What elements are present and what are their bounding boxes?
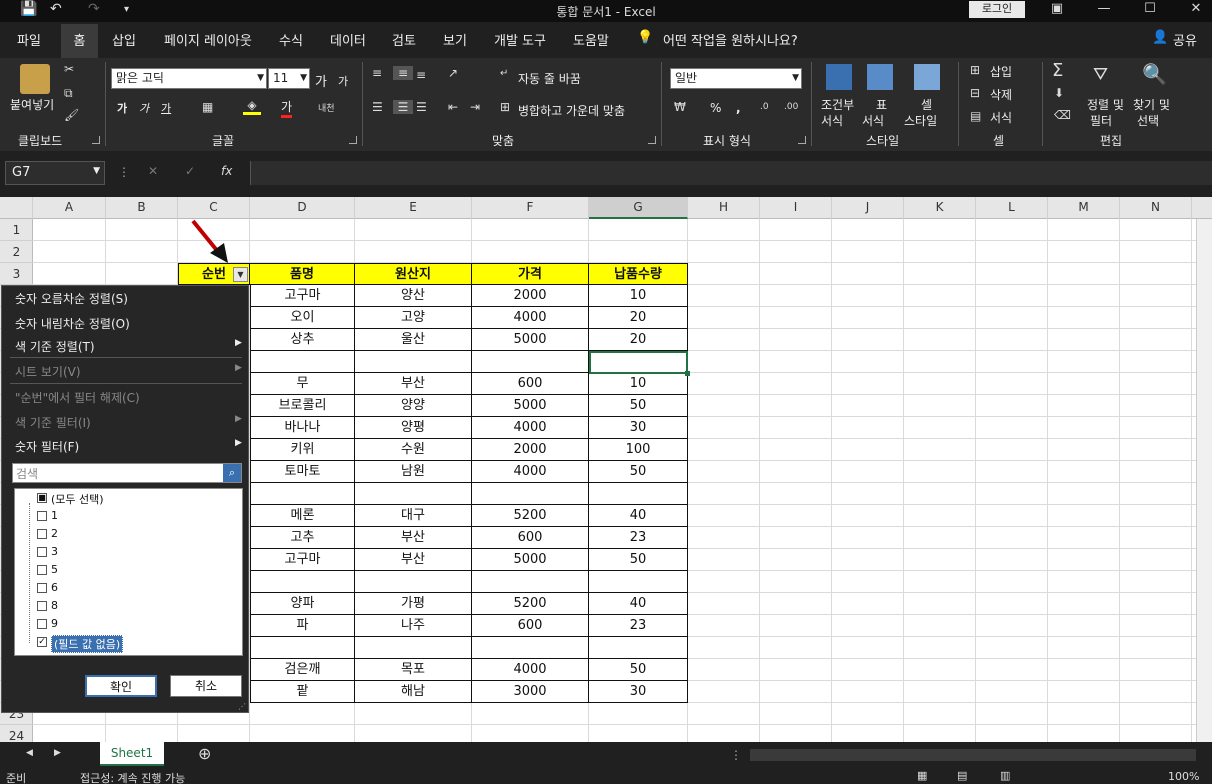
number-filters-item[interactable]: 숫자 필터(F) ▶	[15, 438, 242, 455]
tree-line	[29, 503, 30, 643]
zoom-level[interactable]: 100%	[1168, 770, 1199, 783]
cancel-button[interactable]: 취소	[170, 675, 242, 697]
checkbox-icon[interactable]	[37, 565, 47, 575]
submenu-arrow-icon: ▶	[235, 363, 242, 373]
filter-list-label: 5	[51, 563, 58, 576]
filter-search-input[interactable]: 검색 ⌕	[12, 463, 242, 483]
sheet-tab[interactable]: Sheet1	[100, 742, 164, 766]
filter-list-label: 2	[51, 527, 58, 540]
scroll-left-icon[interactable]: ◀	[26, 748, 33, 758]
accessibility-status[interactable]: 접근성: 계속 진행 가능	[80, 770, 185, 784]
filter-list-label: (필드 값 없음)	[51, 635, 124, 653]
checkbox-icon[interactable]	[37, 601, 47, 611]
red-arrow-shaft-top	[191, 219, 221, 255]
filter-list-label: 6	[51, 581, 58, 594]
filter-search-placeholder: 검색	[16, 467, 39, 481]
menu-separator	[10, 383, 242, 384]
checkbox-icon[interactable]	[37, 511, 47, 521]
sort-descending-item[interactable]: 숫자 내림차순 정렬(O)	[15, 315, 130, 332]
checkbox-icon[interactable]	[37, 619, 47, 629]
sheet-view-item: 시트 보기(V) ▶	[15, 363, 242, 380]
autofilter-menu[interactable]: 숫자 오름차순 정렬(S) 숫자 내림차순 정렬(O) 색 기준 정렬(T) ▶ …	[1, 285, 249, 713]
sheet-tab-bar: ◀ ▶ Sheet1 ⊕ ⋮	[0, 742, 1212, 768]
ok-button[interactable]: 확인	[85, 675, 157, 697]
submenu-arrow-icon: ▶	[235, 438, 242, 448]
number-filters-label: 숫자 필터(F)	[15, 440, 80, 454]
horizontal-scrollbar[interactable]	[750, 749, 1196, 761]
sort-by-color-label: 색 기준 정렬(T)	[15, 340, 95, 354]
page-break-view-icon[interactable]: ▥	[1000, 769, 1010, 782]
scroll-right-icon[interactable]: ▶	[54, 748, 61, 758]
checkbox-icon[interactable]: ✓	[37, 637, 47, 647]
filter-list-label: 3	[51, 545, 58, 558]
sort-by-color-item[interactable]: 색 기준 정렬(T) ▶	[15, 338, 242, 355]
checkbox-icon[interactable]: ■	[37, 493, 47, 503]
filter-value-list[interactable]: ■ (모두 선택) 1 2 3 5 6 8 9 ✓ (필드 값 없음)	[14, 488, 243, 656]
ready-status: 준비	[6, 772, 27, 784]
submenu-arrow-icon: ▶	[235, 338, 242, 348]
filter-by-color-item: 색 기준 필터(I) ▶	[15, 414, 242, 431]
filter-by-color-label: 색 기준 필터(I)	[15, 416, 91, 430]
sort-ascending-item[interactable]: 숫자 오름차순 정렬(S)	[15, 290, 128, 307]
resize-grip-icon[interactable]: ⋰	[238, 702, 246, 711]
filter-list-label: (모두 선택)	[51, 493, 104, 506]
filter-list-label: 1	[51, 509, 58, 522]
checkbox-icon[interactable]	[37, 547, 47, 557]
clear-filter-item: "순번"에서 필터 해제(C)	[15, 391, 140, 405]
filter-list-label: 9	[51, 617, 58, 630]
add-sheet-icon[interactable]: ⊕	[198, 744, 211, 763]
menu-separator	[10, 357, 242, 358]
checkbox-icon[interactable]	[37, 529, 47, 539]
search-icon[interactable]: ⌕	[223, 464, 241, 482]
page-layout-view-icon[interactable]: ▤	[957, 769, 967, 782]
checkbox-icon[interactable]	[37, 583, 47, 593]
more-icon: ⋮	[730, 748, 742, 762]
submenu-arrow-icon: ▶	[235, 414, 242, 424]
sheet-view-label: 시트 보기(V)	[15, 365, 81, 379]
filter-list-label: 8	[51, 599, 58, 612]
normal-view-icon[interactable]: ▦	[917, 769, 927, 782]
status-bar: 준비 접근성: 계속 진행 가능 ▦ ▤ ▥ 100%	[0, 768, 1212, 784]
